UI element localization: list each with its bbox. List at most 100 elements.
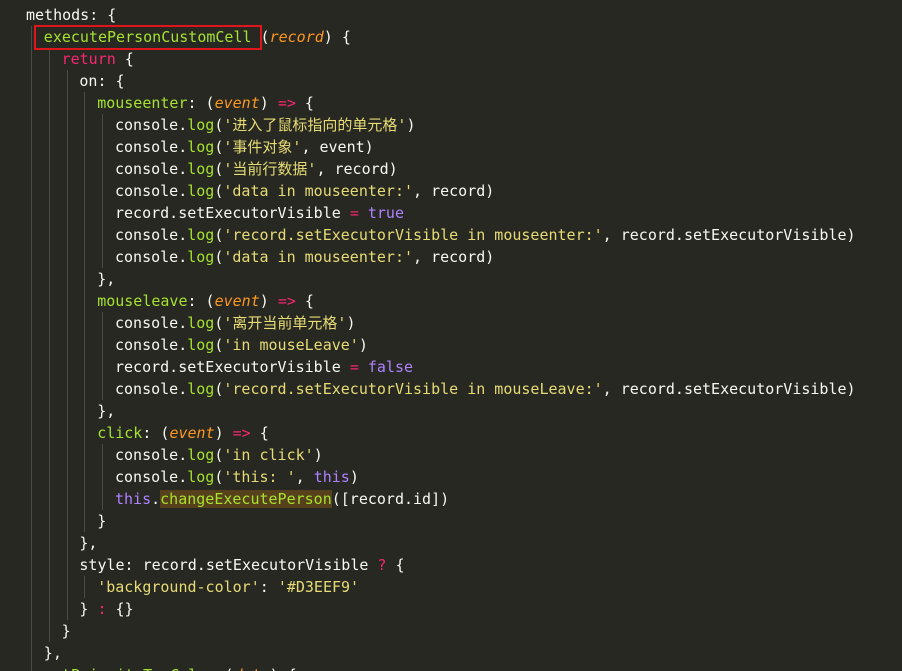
code-token: console. bbox=[115, 116, 188, 134]
code-token: console. bbox=[115, 446, 188, 464]
code-token: '事件对象' bbox=[223, 138, 302, 156]
code-token: , event) bbox=[301, 138, 374, 156]
code-line[interactable]: console.log('事件对象', event) bbox=[115, 136, 374, 158]
code-line[interactable]: console.log('this: ', this) bbox=[115, 466, 359, 488]
code-line[interactable]: }, bbox=[44, 642, 62, 664]
code-token: } bbox=[79, 600, 98, 618]
code-line[interactable]: } bbox=[97, 510, 106, 532]
code-line[interactable]: on: { bbox=[79, 70, 124, 92]
code-token: { bbox=[250, 424, 269, 442]
indent-guide bbox=[66, 70, 68, 620]
code-token: record.setExecutorVisible bbox=[115, 204, 350, 222]
code-line[interactable]: style: record.setExecutorVisible ? { bbox=[79, 554, 404, 576]
code-line[interactable]: record.setExecutorVisible = true bbox=[115, 202, 404, 224]
code-token: ) bbox=[346, 314, 356, 332]
code-token: console. bbox=[115, 314, 188, 332]
code-token: event bbox=[214, 94, 260, 112]
code-token: this bbox=[313, 468, 350, 486]
code-token: . bbox=[151, 490, 161, 508]
code-line[interactable]: }, bbox=[79, 532, 97, 554]
code-token: log bbox=[187, 226, 215, 244]
code-line[interactable]: methods: { bbox=[26, 4, 116, 26]
code-line[interactable]: mouseleave: (event) => { bbox=[97, 290, 314, 312]
code-token: }, bbox=[79, 534, 98, 552]
code-token: console. bbox=[115, 468, 188, 486]
code-line[interactable]: console.log('in click') bbox=[115, 444, 323, 466]
code-token: console. bbox=[115, 336, 188, 354]
code-token: event bbox=[214, 292, 260, 310]
code-line[interactable]: console.log('data in mouseenter:', recor… bbox=[115, 180, 494, 202]
code-token: record bbox=[269, 28, 324, 46]
code-token: ([record.id]) bbox=[331, 490, 450, 508]
code-token: 'record.setExecutorVisible in mouseenter… bbox=[223, 226, 603, 244]
code-token: console. bbox=[115, 182, 188, 200]
code-line[interactable]: getPriorityTagColor (data) { bbox=[44, 664, 297, 671]
code-token: console. bbox=[115, 226, 188, 244]
code-token: on: { bbox=[79, 72, 125, 90]
code-token: = bbox=[349, 358, 359, 376]
indent-guide bbox=[102, 444, 104, 510]
code-line[interactable]: } bbox=[62, 620, 71, 642]
code-token: console. bbox=[115, 138, 188, 156]
code-token: , record) bbox=[316, 160, 398, 178]
indent-guide bbox=[84, 576, 86, 598]
code-line[interactable]: console.log('in mouseLeave') bbox=[115, 334, 368, 356]
code-line[interactable]: 'background-color': '#D3EEF9' bbox=[97, 576, 359, 598]
code-line[interactable]: }, bbox=[97, 268, 115, 290]
code-token: { bbox=[115, 50, 134, 68]
code-token: log bbox=[187, 116, 215, 134]
code-token: '离开当前单元格' bbox=[223, 314, 347, 332]
code-token: ( bbox=[215, 666, 233, 671]
code-line[interactable]: record.setExecutorVisible = false bbox=[115, 356, 413, 378]
indent-guide bbox=[48, 48, 50, 642]
code-token: '进入了鼠标指向的单元格' bbox=[223, 116, 407, 134]
code-token: ) bbox=[349, 468, 359, 486]
code-token: , record.setExecutorVisible) bbox=[602, 226, 856, 244]
code-token: mouseenter bbox=[97, 94, 188, 112]
code-line[interactable]: mouseenter: (event) => { bbox=[97, 92, 314, 114]
code-token: log bbox=[187, 336, 215, 354]
code-token: '当前行数据' bbox=[223, 160, 317, 178]
code-token: , bbox=[295, 468, 314, 486]
code-token: log bbox=[187, 160, 215, 178]
code-line[interactable]: console.log('record.setExecutorVisible i… bbox=[115, 224, 856, 246]
code-line[interactable]: } : {} bbox=[79, 598, 133, 620]
code-line[interactable]: console.log('离开当前单元格') bbox=[115, 312, 355, 334]
code-token: 'in click' bbox=[223, 446, 314, 464]
code-token: { bbox=[295, 292, 314, 310]
code-line[interactable]: console.log('data in mouseenter:', recor… bbox=[115, 246, 494, 268]
code-token: => bbox=[277, 292, 296, 310]
code-line[interactable]: click: (event) => { bbox=[97, 422, 269, 444]
code-token: {} bbox=[106, 600, 134, 618]
code-line[interactable]: return { bbox=[62, 48, 134, 70]
code-token: getPriorityTagColor bbox=[44, 666, 216, 671]
code-token: = bbox=[349, 204, 359, 222]
code-token: record.setExecutorVisible bbox=[115, 358, 350, 376]
code-token: => bbox=[277, 94, 296, 112]
code-token: this bbox=[115, 490, 152, 508]
code-token: log bbox=[187, 138, 215, 156]
code-editor[interactable]: methods: {executePersonCustomCell (recor… bbox=[0, 0, 902, 671]
code-token: style: record.setExecutorVisible bbox=[79, 556, 378, 574]
code-line[interactable]: console.log('当前行数据', record) bbox=[115, 158, 398, 180]
code-token: log bbox=[187, 314, 215, 332]
code-token: ) bbox=[259, 94, 278, 112]
code-token: { bbox=[386, 556, 405, 574]
code-token: changeExecutePerson bbox=[160, 490, 332, 508]
code-token: '#D3EEF9' bbox=[277, 578, 360, 596]
code-token: methods: { bbox=[26, 6, 117, 24]
code-line[interactable]: console.log('record.setExecutorVisible i… bbox=[115, 378, 856, 400]
code-token: }, bbox=[43, 644, 62, 662]
code-line[interactable]: this.changeExecutePerson([record.id]) bbox=[115, 488, 449, 510]
code-token: event bbox=[169, 424, 215, 442]
code-token: mouseleave bbox=[97, 292, 188, 310]
code-token: 'this: ' bbox=[223, 468, 296, 486]
code-token: data bbox=[233, 666, 269, 671]
code-line[interactable]: console.log('进入了鼠标指向的单元格') bbox=[115, 114, 415, 136]
code-line[interactable]: }, bbox=[97, 400, 115, 422]
code-token: click bbox=[97, 424, 143, 442]
code-token: } bbox=[97, 512, 107, 530]
code-token: , record.setExecutorVisible) bbox=[602, 380, 856, 398]
